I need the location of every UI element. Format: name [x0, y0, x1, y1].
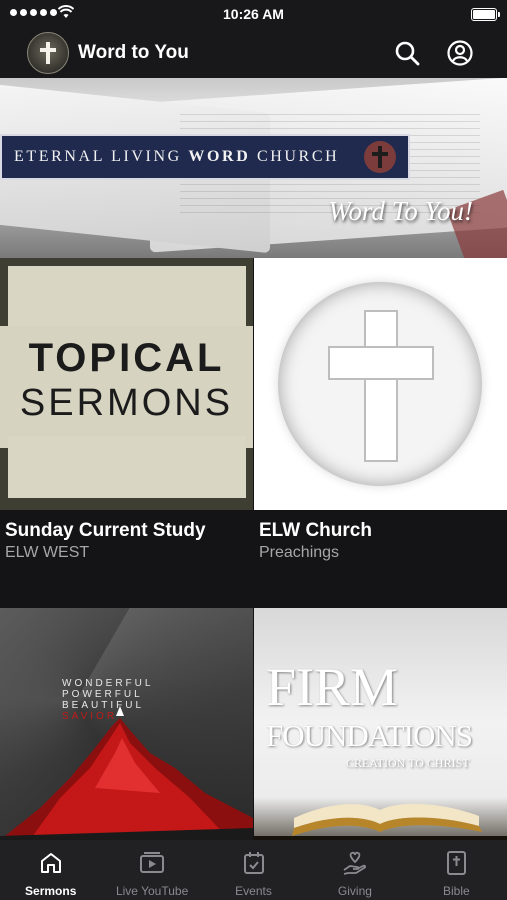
- status-bar: 10:26 AM: [0, 0, 507, 28]
- tab-sermons[interactable]: Sermons: [0, 840, 101, 900]
- bible-icon: [447, 851, 467, 875]
- tab-label: Giving: [337, 884, 372, 898]
- card-title: Sunday Current Study: [5, 520, 206, 541]
- tab-live-youtube[interactable]: Live YouTube: [101, 840, 202, 900]
- clock: 10:26 AM: [223, 6, 284, 22]
- card-subtitle: Preachings: [259, 544, 340, 561]
- cross-icon: [366, 348, 396, 378]
- giving-icon: [343, 851, 366, 875]
- tab-giving[interactable]: Giving: [304, 840, 405, 900]
- mountain-icon: [0, 706, 253, 840]
- logo-icon: [27, 32, 69, 74]
- series-card-wonderful-savior[interactable]: WONDERFUL POWERFUL BEAUTIFUL SAVIOR: [0, 608, 253, 860]
- app-title: Word to You: [78, 42, 189, 63]
- topical-sermons-artwork: TOPICAL SERMONS: [0, 258, 253, 510]
- artwork-text: TOPICAL: [28, 336, 225, 380]
- wonderful-savior-artwork: WONDERFUL POWERFUL BEAUTIFUL SAVIOR: [0, 608, 253, 860]
- series-card-elw-church[interactable]: ELW Church Preachings: [254, 258, 507, 608]
- card-subtitle: ELW WEST: [5, 544, 90, 561]
- battery-icon: [471, 8, 500, 21]
- church-name: ETERNAL LIVING WORD CHURCH: [14, 148, 340, 165]
- firm-foundations-artwork: FIRM FOUNDATIONS CREATION TO CHRIST: [254, 608, 507, 860]
- banner-tagline: Word To You!: [328, 196, 473, 226]
- tab-events[interactable]: Events: [203, 840, 304, 900]
- artwork-text: SERMONS: [19, 382, 234, 424]
- cross-artwork: [254, 258, 507, 510]
- calendar-icon: [243, 852, 264, 874]
- tab-label: Sermons: [25, 884, 77, 898]
- series-card-firm-foundations[interactable]: FIRM FOUNDATIONS CREATION TO CHRIST: [254, 608, 507, 860]
- card-title: ELW Church: [259, 520, 372, 541]
- search-icon[interactable]: [394, 40, 420, 66]
- app-header: Word to You: [0, 28, 507, 78]
- tab-bible[interactable]: Bible: [406, 840, 507, 900]
- series-card-sunday-current-study[interactable]: TOPICAL SERMONS Sunday Current Study ELW…: [0, 258, 253, 608]
- artwork-text: FOUNDATIONS: [266, 718, 473, 753]
- tab-label: Live YouTube: [115, 884, 189, 898]
- bottom-tab-bar: Sermons Live YouTube Events Giving Bible: [0, 840, 507, 900]
- artwork-text: FIRM: [266, 657, 399, 717]
- open-book-icon: [254, 803, 507, 840]
- artwork-text: CREATION TO CHRIST: [346, 756, 470, 770]
- tab-label: Events: [235, 884, 272, 898]
- cross-icon: [364, 141, 396, 173]
- home-icon: [40, 853, 61, 873]
- account-icon[interactable]: [447, 40, 473, 66]
- church-banner[interactable]: ETERNAL LIVING WORD CHURCH Word To You!: [0, 78, 507, 258]
- tab-label: Bible: [442, 884, 470, 898]
- church-name-plate: ETERNAL LIVING WORD CHURCH: [0, 134, 410, 180]
- video-icon: [140, 852, 165, 873]
